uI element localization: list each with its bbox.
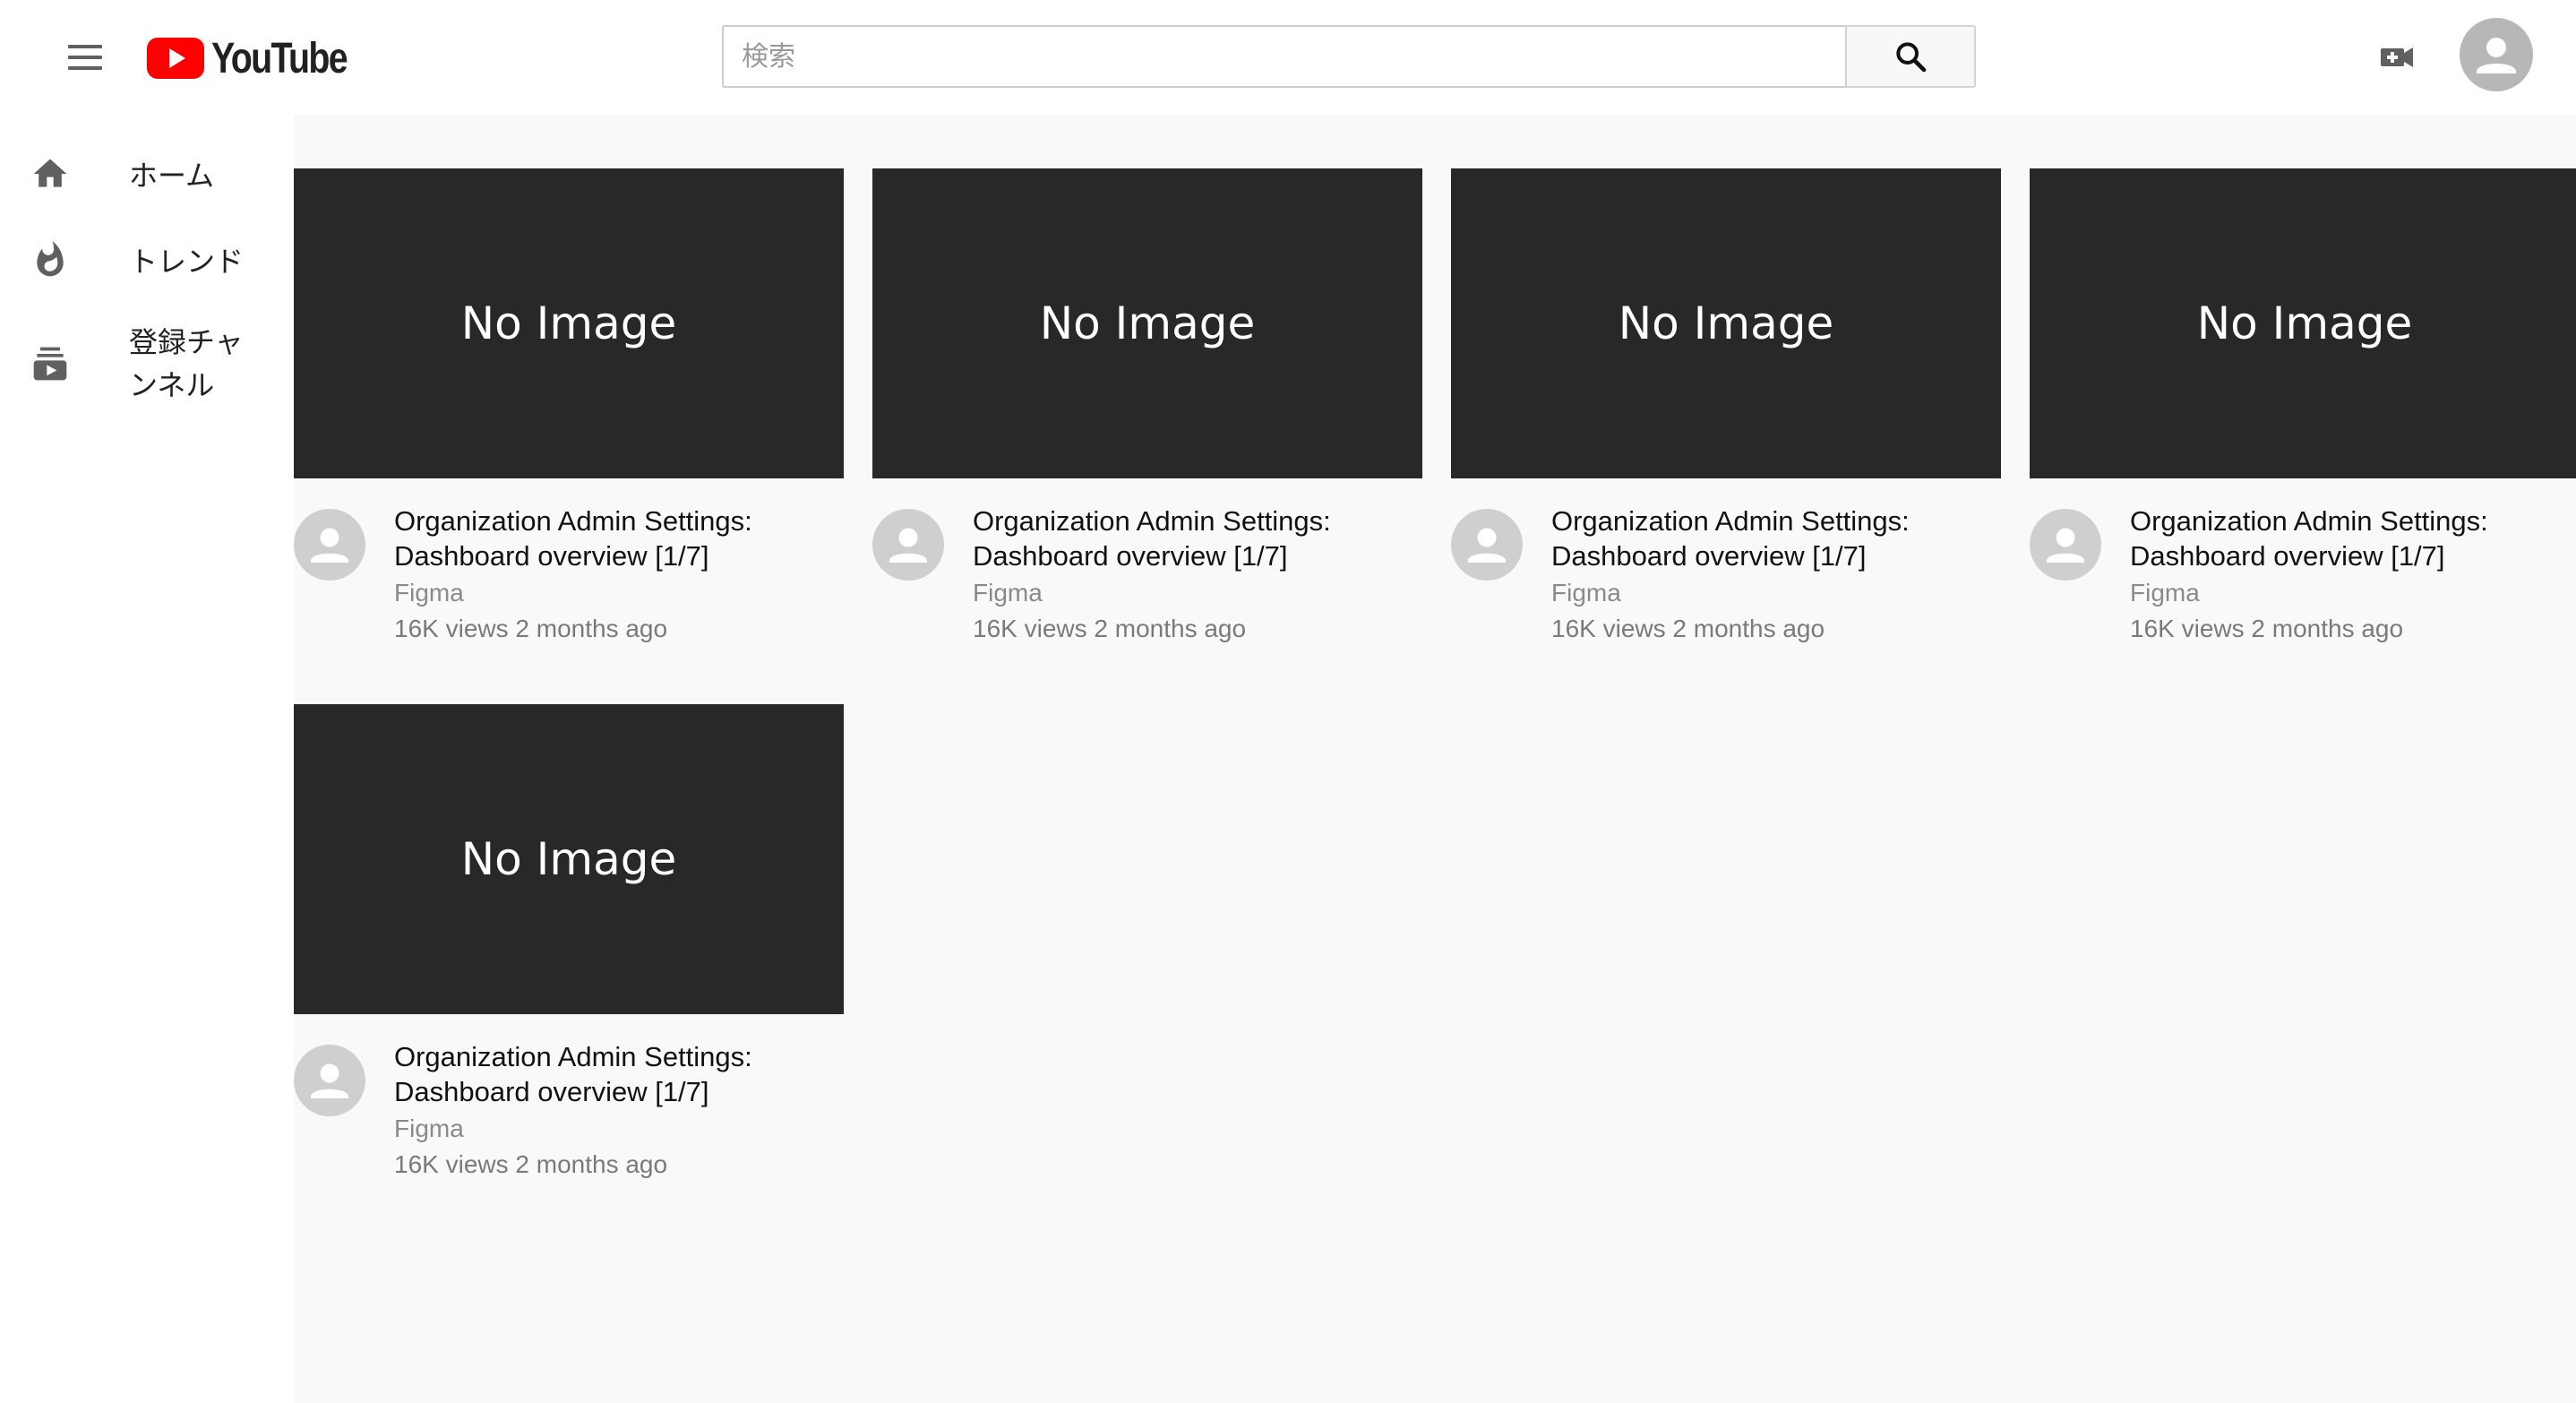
channel-avatar[interactable] (872, 509, 944, 581)
video-stats: 16K views 2 months ago (394, 1150, 668, 1178)
video-card[interactable]: No Image Organization Admin Settings: Da… (1451, 168, 2001, 642)
channel-name[interactable]: Figma (1551, 577, 1999, 609)
video-meta: Organization Admin Settings: Dashboard o… (1551, 504, 1999, 645)
video-card[interactable]: No Image Organization Admin Settings: Da… (872, 168, 1422, 642)
video-thumbnail[interactable]: No Image (2030, 168, 2576, 478)
search-icon (1896, 42, 1927, 73)
sidebar-item-trending[interactable]: トレンド (0, 235, 294, 292)
search-input[interactable] (722, 25, 1847, 88)
user-icon (2477, 38, 2516, 73)
youtube-logo[interactable]: YouTube (147, 34, 376, 82)
video-thumbnail[interactable]: No Image (294, 704, 844, 1014)
channel-name[interactable]: Figma (2130, 577, 2576, 609)
video-meta: Organization Admin Settings: Dashboard o… (394, 1039, 842, 1181)
sidebar-item-label: 登録チャンネル (129, 325, 244, 402)
thumbnail-placeholder-text: No Image (1039, 297, 1256, 349)
user-icon (889, 528, 927, 563)
channel-avatar[interactable] (294, 1045, 365, 1116)
video-card[interactable]: No Image Organization Admin Settings: Da… (294, 704, 844, 1178)
upload-video-button[interactable] (2379, 41, 2415, 72)
youtube-play-icon (147, 38, 204, 79)
video-title[interactable]: Organization Admin Settings: Dashboard o… (394, 1039, 842, 1109)
thumbnail-placeholder-text: No Image (460, 833, 677, 885)
trending-icon (37, 241, 64, 277)
channel-name[interactable]: Figma (394, 1113, 842, 1145)
user-icon (1468, 528, 1506, 563)
video-stats: 16K views 2 months ago (2130, 615, 2404, 642)
video-thumbnail[interactable]: No Image (872, 168, 1422, 478)
thumbnail-placeholder-text: No Image (460, 297, 677, 349)
video-grid: No Image Organization Admin Settings: Da… (294, 115, 2576, 1403)
video-card[interactable]: No Image Organization Admin Settings: Da… (294, 168, 844, 642)
sidebar-item-label: トレンド (129, 245, 245, 279)
sidebar-item-home[interactable]: ホーム (0, 149, 294, 206)
video-camera-add-icon (2381, 47, 2413, 67)
hamburger-menu-icon[interactable] (64, 39, 106, 75)
channel-name[interactable]: Figma (394, 577, 842, 609)
video-title[interactable]: Organization Admin Settings: Dashboard o… (2130, 504, 2576, 573)
sidebar: ホーム トレンド 登録チャンネル (0, 115, 294, 1403)
channel-name[interactable]: Figma (973, 577, 1421, 609)
video-thumbnail[interactable]: No Image (1451, 168, 2001, 478)
user-icon (311, 528, 348, 563)
subscriptions-icon (33, 347, 67, 381)
channel-avatar[interactable] (1451, 509, 1523, 581)
top-bar: YouTube (0, 0, 2576, 115)
account-avatar[interactable] (2460, 18, 2533, 91)
video-meta: Organization Admin Settings: Dashboard o… (394, 504, 842, 645)
user-icon (2047, 528, 2084, 563)
video-title[interactable]: Organization Admin Settings: Dashboard o… (394, 504, 842, 573)
video-card[interactable]: No Image Organization Admin Settings: Da… (2030, 168, 2576, 642)
video-meta: Organization Admin Settings: Dashboard o… (2130, 504, 2576, 645)
thumbnail-placeholder-text: No Image (2196, 297, 2413, 349)
video-stats: 16K views 2 months ago (1551, 615, 1825, 642)
channel-avatar[interactable] (2030, 509, 2101, 581)
user-icon (311, 1063, 348, 1098)
video-stats: 16K views 2 months ago (394, 615, 668, 642)
thumbnail-placeholder-text: No Image (1618, 297, 1834, 349)
sidebar-item-subscriptions[interactable]: 登録チャンネル (0, 321, 294, 410)
video-meta: Organization Admin Settings: Dashboard o… (973, 504, 1421, 645)
search-button[interactable] (1845, 25, 1976, 88)
video-stats: 16K views 2 months ago (973, 615, 1247, 642)
home-icon (33, 159, 67, 187)
video-title[interactable]: Organization Admin Settings: Dashboard o… (973, 504, 1421, 573)
video-title[interactable]: Organization Admin Settings: Dashboard o… (1551, 504, 1999, 573)
logo-text: YouTube (211, 34, 348, 82)
channel-avatar[interactable] (294, 509, 365, 581)
video-thumbnail[interactable]: No Image (294, 168, 844, 478)
sidebar-item-label: ホーム (129, 159, 215, 193)
